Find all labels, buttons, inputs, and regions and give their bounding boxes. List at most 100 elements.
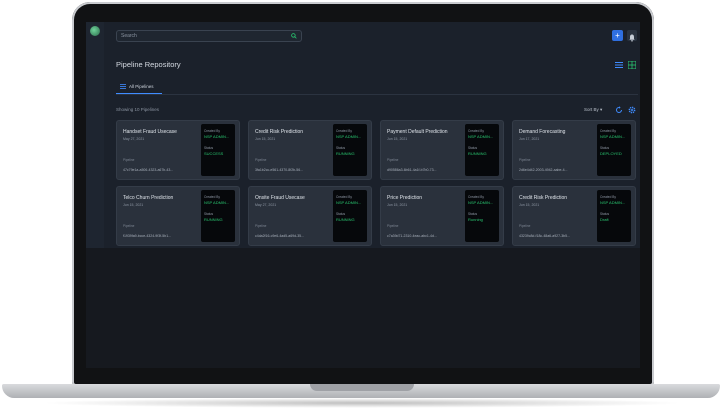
- created-by-value: NSP ADMIN...: [336, 200, 362, 205]
- card-status-panel: Created By NSP ADMIN... Status RUNNING: [333, 190, 367, 242]
- card-pipeline-label: Pipeline: [123, 158, 135, 162]
- card-title: Handset Fraud Usecase: [123, 129, 177, 135]
- card-pipeline-label: Pipeline: [519, 158, 531, 162]
- card-status-panel: Created By NSP ADMIN... Status RUNNING: [201, 190, 235, 242]
- list-icon: [120, 84, 126, 90]
- laptop-frame: Search + Pipeline Repository All Pipelin…: [0, 0, 724, 414]
- pipeline-card[interactable]: Price Prediction Jun 15, 2021 Pipeline c…: [380, 186, 504, 246]
- status-label: Status: [600, 212, 610, 216]
- status-badge: DEPLOYED: [600, 151, 622, 156]
- card-status-panel: Created By NSP ADMIN... Status Draft: [597, 190, 631, 242]
- card-pipeline-id: 43239c8d-f18c-48a6-a927-3b5...: [519, 234, 570, 238]
- search-input[interactable]: Search: [116, 30, 302, 42]
- tab-label: All Pipelines: [129, 84, 154, 89]
- card-pipeline-id: f1939fa9-bcce-4324-9f3f-5b1...: [123, 234, 172, 238]
- card-status-panel: Created By NSP ADMIN... Status RUNNING: [333, 124, 367, 176]
- card-pipeline-id: 47c79e1a-a506-4323-a67b-43...: [123, 168, 174, 172]
- card-pipeline-id: 3fa1b2cc-e561-4370-8f2b-56...: [255, 168, 304, 172]
- empty-content-area: [86, 248, 640, 368]
- card-title: Demand Forecasting: [519, 129, 566, 135]
- card-pipeline-id: c7a39d71-2310-4eac-abc1-4d...: [387, 234, 437, 238]
- status-badge: Running: [468, 217, 483, 222]
- status-label: Status: [336, 146, 346, 150]
- card-title: Payment Default Prediction: [387, 129, 448, 135]
- card-date: Jun 17, 2021: [519, 137, 540, 141]
- status-label: Status: [468, 146, 478, 150]
- main-content: Search + Pipeline Repository All Pipelin…: [104, 22, 640, 248]
- created-by-label: Created By: [336, 129, 352, 133]
- laptop-notch: [310, 384, 414, 391]
- page-title: Pipeline Repository: [116, 60, 181, 69]
- status-label: Status: [600, 146, 610, 150]
- card-status-panel: Created By NSP ADMIN... Status DEPLOYED: [597, 124, 631, 176]
- status-badge: RUNNING: [336, 151, 355, 156]
- app-logo-icon[interactable]: [90, 26, 100, 36]
- card-date: Jun 15, 2021: [123, 203, 144, 207]
- card-date: Jun 15, 2021: [387, 137, 408, 141]
- created-by-label: Created By: [468, 129, 484, 133]
- card-title: Onsite Fraud Usecase: [255, 195, 305, 201]
- created-by-value: NSP ADMIN...: [600, 134, 626, 139]
- pipeline-card[interactable]: Onsite Fraud Usecase May 27, 2021 Pipeli…: [248, 186, 372, 246]
- pipeline-card[interactable]: Payment Default Prediction Jun 15, 2021 …: [380, 120, 504, 180]
- add-pipeline-button[interactable]: +: [612, 30, 623, 41]
- created-by-label: Created By: [204, 195, 220, 199]
- card-pipeline-label: Pipeline: [255, 224, 267, 228]
- created-by-value: NSP ADMIN...: [468, 134, 494, 139]
- status-label: Status: [468, 212, 478, 216]
- created-by-label: Created By: [204, 129, 220, 133]
- card-date: Jun 15, 2021: [255, 137, 276, 141]
- created-by-label: Created By: [336, 195, 352, 199]
- created-by-label: Created By: [600, 129, 616, 133]
- card-status-panel: Created By NSP ADMIN... Status RUNNING: [465, 124, 499, 176]
- status-badge: SUCCESS: [204, 151, 224, 156]
- card-date: Jun 15, 2021: [387, 203, 408, 207]
- created-by-value: NSP ADMIN...: [336, 134, 362, 139]
- pipeline-card[interactable]: Credit Risk Prediction Jun 15, 2021 Pipe…: [248, 120, 372, 180]
- created-by-label: Created By: [468, 195, 484, 199]
- pipeline-card[interactable]: Handset Fraud Usecase May 27, 2021 Pipel…: [116, 120, 240, 180]
- search-placeholder: Search: [121, 33, 137, 39]
- laptop-shadow: [40, 398, 684, 408]
- card-pipeline-label: Pipeline: [387, 224, 399, 228]
- card-date: Jun 15, 2021: [519, 203, 540, 207]
- card-title: Credit Risk Prediction: [255, 129, 304, 135]
- gear-icon[interactable]: [628, 106, 636, 114]
- card-pipeline-id: c4da2f16-c9e6-4ad5-a69d-35...: [255, 234, 305, 238]
- created-by-value: NSP ADMIN...: [468, 200, 494, 205]
- created-by-value: NSP ADMIN...: [204, 200, 230, 205]
- search-icon[interactable]: [291, 33, 297, 39]
- status-label: Status: [204, 212, 214, 216]
- status-badge: Draft: [600, 217, 609, 222]
- sort-by-dropdown[interactable]: Sort By ▾: [584, 107, 602, 113]
- card-pipeline-label: Pipeline: [255, 158, 267, 162]
- notification-button[interactable]: [627, 30, 637, 42]
- pipeline-card[interactable]: Credit Risk Prediction Jun 15, 2021 Pipe…: [512, 186, 636, 246]
- created-by-value: NSP ADMIN...: [600, 200, 626, 205]
- tab-divider: [116, 94, 638, 95]
- card-pipeline-label: Pipeline: [519, 224, 531, 228]
- status-badge: RUNNING: [204, 217, 223, 222]
- card-status-panel: Created By NSP ADMIN... Status Running: [465, 190, 499, 242]
- card-title: Price Prediction: [387, 195, 423, 201]
- pipeline-card[interactable]: Telco Churn Prediction Jun 15, 2021 Pipe…: [116, 186, 240, 246]
- status-badge: RUNNING: [336, 217, 355, 222]
- bell-icon: [629, 34, 635, 42]
- pipeline-card-grid: Handset Fraud Usecase May 27, 2021 Pipel…: [116, 120, 638, 246]
- card-pipeline-id: d90586a3-6b61-4a1f-b7b0-73...: [387, 168, 437, 172]
- created-by-value: NSP ADMIN...: [204, 134, 230, 139]
- card-date: May 27, 2021: [123, 137, 145, 141]
- app-screen: Search + Pipeline Repository All Pipelin…: [86, 22, 640, 368]
- card-pipeline-id: 2d6e4d42-2003-4942-aabe-4...: [519, 168, 568, 172]
- card-pipeline-label: Pipeline: [387, 158, 399, 162]
- status-label: Status: [204, 146, 214, 150]
- card-pipeline-label: Pipeline: [123, 224, 135, 228]
- grid-view-icon[interactable]: [628, 61, 636, 69]
- list-view-icon[interactable]: [615, 61, 623, 69]
- sidebar: [86, 22, 104, 248]
- card-title: Telco Churn Prediction: [123, 195, 174, 201]
- status-badge: RUNNING: [468, 151, 487, 156]
- refresh-icon[interactable]: [615, 106, 623, 114]
- pipeline-card[interactable]: Demand Forecasting Jun 17, 2021 Pipeline…: [512, 120, 636, 180]
- created-by-label: Created By: [600, 195, 616, 199]
